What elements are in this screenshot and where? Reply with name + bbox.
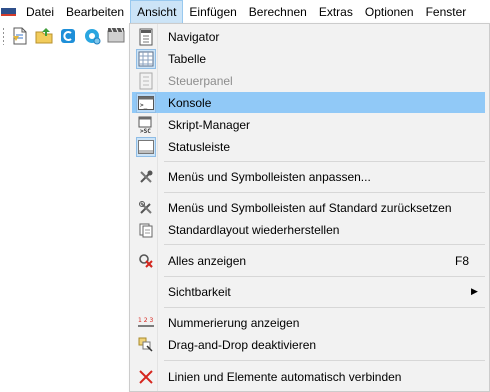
toolbar-grip[interactable] — [2, 27, 4, 45]
menu-item-label: Tabelle — [168, 51, 207, 66]
film-icon[interactable] — [106, 26, 126, 46]
menu-item-tabelle[interactable]: Tabelle — [132, 48, 485, 69]
menu-item-restore-layout[interactable]: Standardlayout wiederherstellen — [132, 219, 485, 240]
svg-text:1 2 3: 1 2 3 — [138, 317, 153, 324]
control-panel-icon — [132, 70, 160, 91]
app-icon[interactable] — [0, 0, 20, 24]
menu-datei[interactable]: Datei — [20, 0, 60, 24]
statusbar-icon — [132, 136, 160, 157]
customize-tools-icon — [132, 166, 160, 187]
menu-bar: Datei Bearbeiten Ansicht Einfügen Berech… — [0, 0, 490, 24]
menu-ansicht[interactable]: Ansicht — [130, 0, 184, 24]
menu-berechnen[interactable]: Berechnen — [243, 0, 313, 24]
menu-separator — [164, 360, 485, 361]
script-manager-icon: >SC — [132, 114, 160, 135]
menu-item-label: Skript-Manager — [168, 117, 251, 132]
menu-extras[interactable]: Extras — [313, 0, 359, 24]
menu-item-connect-lines[interactable]: Linien und Elemente automatisch verbinde… — [132, 366, 485, 387]
menu-fenster[interactable]: Fenster — [420, 0, 473, 24]
new-document-icon[interactable] — [10, 26, 30, 46]
menu-item-customize-menus[interactable]: Menüs und Symbolleisten anpassen... — [132, 166, 485, 187]
menu-item-show-all[interactable]: Alles anzeigen F8 — [132, 250, 485, 271]
menu-item-numbering[interactable]: 1 2 3 Nummerierung anzeigen — [132, 312, 485, 333]
menu-item-label: Menüs und Symbolleisten anpassen... — [168, 169, 371, 184]
menu-optionen[interactable]: Optionen — [359, 0, 420, 24]
menu-item-label: Sichtbarkeit — [168, 284, 231, 299]
menu-item-label: Steuerpanel — [168, 73, 233, 88]
menu-item-label: Linien und Elemente automatisch verbinde… — [168, 369, 402, 384]
menu-item-label: Statusleiste — [168, 139, 231, 154]
settings-gear-icon[interactable] — [82, 26, 102, 46]
show-all-icon — [132, 250, 160, 271]
menu-item-konsole[interactable]: >_ Konsole — [132, 92, 485, 113]
menu-item-steuerpanel[interactable]: Steuerpanel — [132, 70, 485, 91]
numbering-icon: 1 2 3 — [132, 312, 160, 333]
menu-item-reset-menus[interactable]: Menüs und Symbolleisten auf Standard zur… — [132, 197, 485, 218]
menu-separator — [164, 276, 485, 277]
menu-item-statusleiste[interactable]: Statusleiste — [132, 136, 485, 157]
menu-item-label: Menüs und Symbolleisten auf Standard zur… — [168, 200, 452, 215]
menu-item-label: Standardlayout wiederherstellen — [168, 222, 340, 237]
menu-item-label: Konsole — [168, 95, 212, 110]
drag-drop-icon — [132, 334, 160, 355]
menu-item-navigator[interactable]: Navigator — [132, 26, 485, 47]
menu-separator — [164, 307, 485, 308]
reset-tools-icon — [132, 197, 160, 218]
menu-separator — [164, 244, 485, 245]
menu-item-label: Alles anzeigen — [168, 253, 247, 268]
menu-item-skript-manager[interactable]: >SC Skript-Manager — [132, 114, 485, 135]
menu-item-sichtbarkeit[interactable]: Sichtbarkeit ▶ — [132, 281, 485, 302]
menu-separator — [164, 192, 485, 193]
menu-bearbeiten[interactable]: Bearbeiten — [60, 0, 130, 24]
submenu-arrow-icon: ▶ — [471, 286, 478, 296]
ansicht-dropdown-menu: Navigator Tabelle Steuerpanel >_ Konsole… — [129, 23, 490, 392]
menu-item-label: Nummerierung anzeigen — [168, 315, 300, 330]
svg-text:>SC: >SC — [140, 128, 151, 134]
menu-item-drag-drop[interactable]: Drag-and-Drop deaktivieren — [132, 334, 485, 355]
restore-layout-icon — [132, 219, 160, 240]
console-icon: >_ — [132, 92, 160, 113]
menu-item-label: Drag-and-Drop deaktivieren — [168, 337, 317, 352]
table-icon — [132, 48, 160, 69]
shortcut-f8: F8 — [455, 253, 470, 268]
menu-item-label: Navigator — [168, 29, 220, 44]
connect-lines-icon — [132, 366, 160, 387]
menu-einfuegen[interactable]: Einfügen — [183, 0, 242, 24]
toolbar — [0, 24, 130, 48]
navigator-icon — [132, 26, 160, 47]
menu-separator — [164, 161, 485, 162]
svg-text:>_: >_ — [140, 102, 148, 109]
refresh-icon[interactable] — [58, 26, 78, 46]
open-folder-icon[interactable] — [34, 26, 54, 46]
